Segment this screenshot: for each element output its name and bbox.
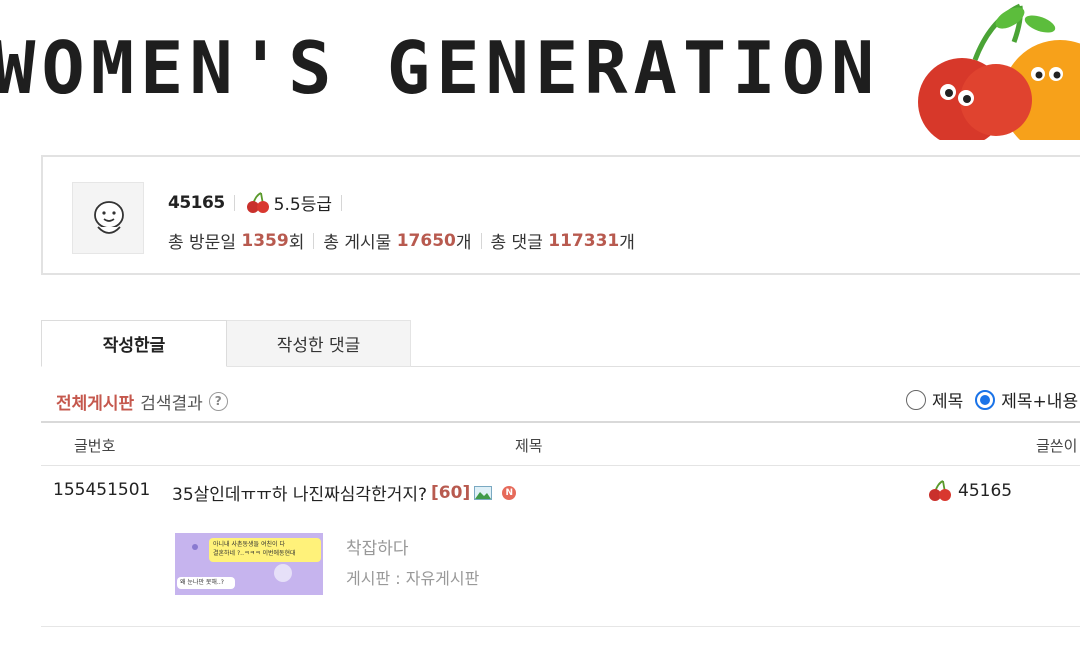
- cherry-grade-icon: [246, 191, 269, 213]
- column-header-author: 글쓴이: [1036, 437, 1078, 455]
- divider: [340, 194, 342, 211]
- image-attached-icon: [474, 485, 493, 500]
- radio-title-label[interactable]: 제목: [932, 387, 963, 412]
- comment-count-link[interactable]: [60]: [431, 483, 470, 503]
- comments-label: 총 댓글: [490, 233, 543, 253]
- posts-label: 총 게시물: [323, 233, 392, 253]
- site-title[interactable]: WOMEN'S GENERATION: [0, 26, 880, 110]
- author-name[interactable]: 45165: [958, 481, 1012, 501]
- divider: [313, 232, 315, 249]
- search-scope-options: 제목 제목+내용: [906, 387, 1080, 412]
- divider: [480, 232, 482, 249]
- site-banner[interactable]: WOMEN'S GENERATION: [0, 0, 1080, 140]
- cherry-orange-mascot-icon: [918, 3, 1080, 140]
- table-header: 글번호 제목 글쓴이: [41, 421, 1080, 466]
- help-icon[interactable]: ?: [208, 392, 228, 411]
- author-cell: 45165: [928, 480, 1012, 502]
- posts-count: 17650: [396, 230, 456, 251]
- column-header-title: 제목: [515, 437, 543, 455]
- profile-box: 45165 5.5등급 총 방문일 1359 회 총 게시물 17650 개 총 댓…: [41, 155, 1080, 275]
- activity-tabs: 작성한글 작성한 댓글: [41, 320, 1080, 367]
- thumbnail-text-3: 왜 눈나만 못해..?: [180, 579, 224, 586]
- divider: [41, 626, 1080, 627]
- profile-nickname-line: 45165 5.5등급: [168, 190, 351, 215]
- post-board-label: 게시판 : 자유게시판: [346, 569, 480, 588]
- new-badge: N: [502, 485, 517, 500]
- column-header-num: 글번호: [74, 437, 116, 455]
- thumbnail-bubble-2: 왜 눈나만 못해..?: [177, 577, 235, 589]
- radio-title-content-label[interactable]: 제목+내용: [1001, 387, 1078, 412]
- divider: [233, 194, 235, 211]
- post-title-link[interactable]: 35살인데ㅠㅠ하 나진짜심각한거지?: [172, 480, 427, 505]
- visits-unit: 회: [288, 233, 305, 253]
- visits-label: 총 방문일: [168, 233, 236, 253]
- post-preview-text[interactable]: 착잡하다: [346, 534, 409, 559]
- search-result-header: 전체게시판 검색결과 ?: [56, 389, 228, 414]
- comments-count: 117331: [548, 230, 620, 251]
- table-row: 35살인데ㅠㅠ하 나진짜심각한거지? [60] N: [172, 480, 517, 505]
- post-number: 155451501: [53, 480, 151, 500]
- comments-unit: 개: [619, 233, 635, 253]
- search-result-label: 검색결과: [140, 394, 203, 414]
- tab-my-posts[interactable]: 작성한글: [41, 320, 227, 367]
- avatar[interactable]: [72, 182, 144, 254]
- thumbnail-text-2: 결혼하네 ?..ㅋㅋㅋ 이번에동현대: [213, 550, 296, 557]
- profile-stats: 총 방문일 1359 회 총 게시물 17650 개 총 댓글 117331 개: [168, 228, 635, 254]
- profile-grade: 5.5등급: [273, 195, 332, 215]
- radio-title-content[interactable]: [975, 389, 996, 410]
- posts-unit: 개: [455, 233, 472, 253]
- avatar-placeholder-icon: [94, 201, 124, 234]
- thumbnail-bubble: 아니내 사촌동생들 여친이 다 결혼하네 ?..ㅋㅋㅋ 이번에동현대: [209, 538, 321, 562]
- post-thumbnail[interactable]: 아니내 사촌동생들 여친이 다 결혼하네 ?..ㅋㅋㅋ 이번에동현대 왜 눈나만…: [175, 533, 323, 595]
- board-filter-link[interactable]: 전체게시판: [56, 389, 134, 414]
- cherry-grade-icon: [929, 480, 951, 501]
- profile-nickname[interactable]: 45165: [168, 193, 225, 213]
- tab-my-comments[interactable]: 작성한 댓글: [226, 320, 411, 367]
- thumbnail-text-1: 아니내 사촌동생들 여친이 다: [213, 541, 285, 548]
- radio-title[interactable]: [906, 389, 926, 410]
- visits-count: 1359: [241, 230, 289, 251]
